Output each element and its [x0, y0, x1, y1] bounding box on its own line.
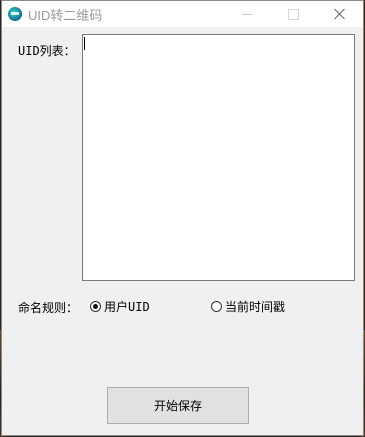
- title-bar[interactable]: UID转二维码: [2, 1, 363, 27]
- minimize-icon: [242, 13, 252, 15]
- radio-label-timestamp: 当前时间戳: [225, 300, 286, 314]
- maximize-icon: [287, 8, 299, 20]
- uid-list-label: UID列表：: [18, 44, 76, 58]
- qr-app-icon: [8, 7, 22, 21]
- radio-unchecked-icon[interactable]: [211, 301, 222, 312]
- text-caret: [84, 37, 85, 50]
- naming-option-user-uid[interactable]: 用户UID: [90, 298, 150, 315]
- uid-list-input[interactable]: [82, 34, 355, 281]
- radio-label-user-uid: 用户UID: [104, 300, 150, 314]
- window-title: UID转二维码: [28, 8, 103, 23]
- radio-checked-icon[interactable]: [90, 301, 101, 312]
- close-icon: [334, 8, 346, 20]
- start-save-button[interactable]: 开始保存: [107, 387, 249, 424]
- naming-rule-label: 命名规则：: [18, 301, 79, 315]
- maximize-button[interactable]: [270, 1, 316, 27]
- close-button[interactable]: [317, 1, 363, 27]
- minimize-button[interactable]: [224, 1, 270, 27]
- naming-option-timestamp[interactable]: 当前时间戳: [211, 298, 285, 315]
